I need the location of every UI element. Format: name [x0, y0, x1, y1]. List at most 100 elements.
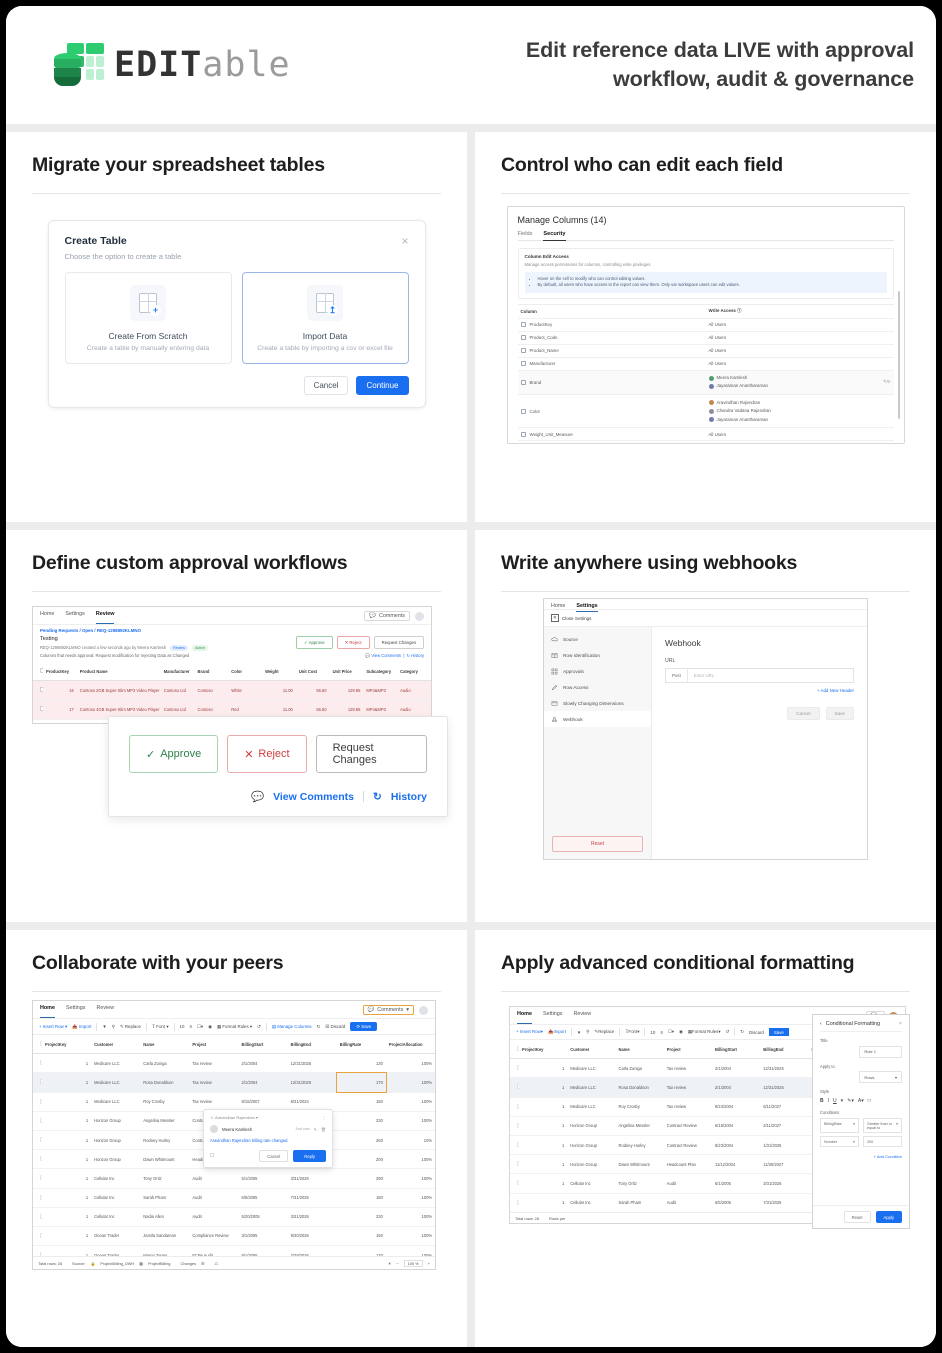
row-checkbox-cell[interactable]: [510, 1116, 519, 1135]
cell[interactable]: Medicare LLC: [91, 1054, 140, 1073]
undo-icon[interactable]: ↺: [726, 1029, 730, 1035]
history-link[interactable]: History: [391, 791, 427, 803]
sidebar-item-webhook[interactable]: Webhook: [544, 711, 651, 727]
cell[interactable]: Nadia Allen: [140, 1207, 189, 1226]
view-comments-link[interactable]: View Comments: [273, 791, 354, 803]
redo-icon[interactable]: ↻: [317, 1024, 321, 1030]
cell[interactable]: Roy Crosby: [140, 1092, 189, 1111]
tab-settings[interactable]: Settings: [65, 611, 84, 621]
cell[interactable]: Rodney Hurley: [616, 1135, 664, 1154]
cell[interactable]: 100%: [386, 1188, 435, 1207]
import-button[interactable]: 📤Import: [548, 1029, 566, 1035]
row-checkbox[interactable]: [517, 1104, 519, 1108]
sidebar-item-row-identification[interactable]: Row Identification: [544, 647, 651, 663]
edit-icon[interactable]: ✎: [314, 1127, 317, 1132]
table-row[interactable]: Color Aravindhan Rajendran Chandra Vadan…: [518, 395, 894, 428]
chevron-left-icon[interactable]: ‹: [820, 1021, 822, 1027]
table-row[interactable]: 1Cellular IncSarah PhamAudit6/5/20057/31…: [33, 1188, 435, 1207]
col-header[interactable]: ProductKey: [43, 662, 77, 681]
row-checkbox-cell[interactable]: [33, 1130, 42, 1149]
breadcrumb[interactable]: Pending Requests / Open / REQ-1298892KLM…: [33, 625, 431, 634]
font-size-stepper[interactable]: 10: [650, 1030, 655, 1035]
cell[interactable]: Tony Ortiz: [140, 1169, 189, 1188]
font-size-stepper[interactable]: 10: [180, 1024, 185, 1029]
cell[interactable]: 2/1/2004: [712, 1078, 760, 1097]
row-checkbox-cell[interactable]: [510, 1135, 519, 1154]
cell[interactable]: Contract Review: [664, 1135, 712, 1154]
table-row[interactable]: ProductKey All Users: [518, 319, 894, 332]
cell[interactable]: 100%: [386, 1111, 435, 1130]
cell[interactable]: Headcount Plan: [664, 1155, 712, 1174]
font-select[interactable]: 𝕋 Font ▾: [152, 1024, 169, 1030]
cell[interactable]: 6/11/2027: [760, 1097, 808, 1116]
text-color-button[interactable]: A▾: [858, 1098, 864, 1104]
cell[interactable]: 12/31/2025: [288, 1054, 337, 1073]
approve-button[interactable]: ✓ Approve: [296, 636, 333, 649]
cell[interactable]: 5/1/2005: [239, 1169, 288, 1188]
cell[interactable]: 10%: [386, 1130, 435, 1149]
row-checkbox-cell[interactable]: [510, 1097, 519, 1116]
cell[interactable]: Cellular Inc: [567, 1174, 615, 1193]
url-input[interactable]: Enter URL: [688, 669, 853, 682]
replace-button[interactable]: ✎Replace: [595, 1029, 615, 1035]
cell[interactable]: 8/23/2004: [712, 1135, 760, 1154]
cell[interactable]: Medicare LLC: [567, 1097, 615, 1116]
underline-button[interactable]: U: [833, 1098, 837, 1104]
cell[interactable]: Tax review: [664, 1078, 712, 1097]
cell[interactable]: 260: [337, 1130, 386, 1149]
chevron-down-icon[interactable]: ▾: [841, 1098, 844, 1104]
row-checkbox-cell[interactable]: [510, 1193, 519, 1212]
row-checkbox-cell[interactable]: [33, 1150, 42, 1169]
cancel-button[interactable]: Cancel: [787, 707, 819, 720]
table-row[interactable]: 1Cellular IncNadia AllenAudit5/20/20053/…: [33, 1207, 435, 1226]
option-import-data[interactable]: ↥ Import Data Create a table by importin…: [242, 272, 409, 364]
condition-value-input[interactable]: 200: [863, 1136, 902, 1147]
comments-button[interactable]: 💬 Comments ▾: [363, 1005, 415, 1015]
cell[interactable]: 150: [337, 1226, 386, 1245]
row-checkbox-cell[interactable]: [33, 1226, 42, 1245]
cell[interactable]: Audit: [664, 1174, 712, 1193]
row-checkbox[interactable]: [40, 1157, 42, 1161]
tab-home[interactable]: Home: [551, 603, 565, 609]
cell[interactable]: 7/31/2025: [760, 1193, 808, 1212]
tab-home[interactable]: Home: [40, 611, 54, 621]
cell[interactable]: 290: [337, 1169, 386, 1188]
cell[interactable]: Audit: [189, 1169, 238, 1188]
cell[interactable]: Dawn Whitmount: [616, 1155, 664, 1174]
cell[interactable]: 180: [337, 1188, 386, 1207]
popup-close-icon[interactable]: ⋮: [322, 1115, 326, 1120]
avatar[interactable]: [415, 612, 424, 621]
apply-button[interactable]: Apply: [876, 1211, 902, 1223]
col-header[interactable]: Unit Price: [330, 662, 364, 681]
col-header[interactable]: Unit Cost: [296, 662, 330, 681]
cell[interactable]: 100%: [386, 1054, 435, 1073]
discard-button[interactable]: ☒ Discard: [325, 1024, 345, 1030]
cell[interactable]: 1: [42, 1092, 91, 1111]
cell[interactable]: 6/5/2005: [239, 1188, 288, 1207]
view-comments-link[interactable]: View Comments: [371, 653, 401, 658]
cell[interactable]: 1: [519, 1059, 567, 1078]
row-checkbox[interactable]: [40, 1214, 42, 1218]
cell[interactable]: 230: [337, 1207, 386, 1226]
row-checkbox-cell[interactable]: [33, 1092, 42, 1111]
table-row[interactable]: Manufacturer All Users: [518, 358, 894, 371]
save-button[interactable]: ⟳ Save: [350, 1022, 377, 1031]
cell[interactable]: Rosa Donaldson: [140, 1073, 189, 1092]
col-header[interactable]: Category: [397, 662, 431, 681]
row-checkbox[interactable]: [40, 1176, 42, 1180]
cell[interactable]: Medicare LLC: [91, 1073, 140, 1092]
redo-icon[interactable]: ↻: [740, 1029, 744, 1035]
cell[interactable]: Roy Crosby: [616, 1097, 664, 1116]
condition-type-select[interactable]: Number▾: [820, 1136, 859, 1147]
row-checkbox-cell[interactable]: [33, 1207, 42, 1226]
close-icon[interactable]: ×: [899, 1021, 902, 1027]
reset-button[interactable]: Reset: [844, 1211, 871, 1223]
cell[interactable]: 12/31/2025: [760, 1078, 808, 1097]
col-header[interactable]: Project: [189, 1035, 238, 1054]
mention-row[interactable]: ☺ Aravindhan Rajendran ▾ ⋮: [210, 1115, 326, 1120]
cell[interactable]: 5/20/2005: [239, 1207, 288, 1226]
cell[interactable]: 1: [42, 1207, 91, 1226]
select-all-checkbox[interactable]: [40, 668, 43, 673]
row-checkbox[interactable]: [40, 1137, 42, 1141]
undo-icon[interactable]: ↺: [257, 1024, 261, 1030]
